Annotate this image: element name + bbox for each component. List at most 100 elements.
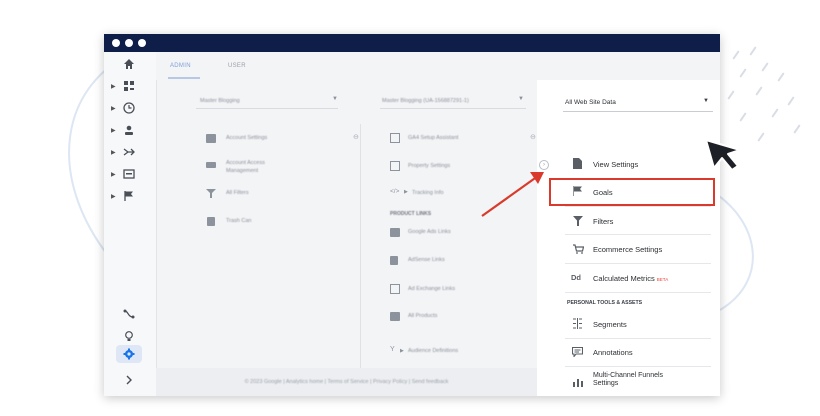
nav-expand[interactable] — [104, 370, 156, 390]
decorative-dash — [739, 68, 747, 78]
view-selector-underline — [563, 111, 713, 112]
segments-icon — [573, 318, 582, 329]
divider — [565, 263, 711, 264]
all-filters-link[interactable]: All Filters — [226, 190, 249, 196]
account-selector[interactable]: Master Blogging — [200, 98, 240, 104]
view-selector[interactable]: All Web Site Data — [565, 99, 616, 106]
window-control-dot[interactable] — [125, 39, 133, 47]
decorative-dash — [749, 46, 757, 56]
tracking-info-link[interactable]: Tracking Info — [412, 190, 444, 196]
decorative-dash — [793, 124, 801, 134]
decorative-dash — [755, 86, 763, 96]
nav-acquisition[interactable]: ▶ — [104, 142, 156, 162]
collapse-icon[interactable]: ⊖ — [353, 133, 359, 141]
nav-customization[interactable]: ▶ — [104, 76, 156, 96]
behavior-icon — [123, 169, 135, 179]
ad-exchange-icon — [390, 284, 400, 294]
nav-admin[interactable] — [104, 344, 156, 364]
filters-link[interactable]: Filters — [593, 217, 720, 226]
adsense-icon — [390, 256, 398, 265]
acquisition-icon — [123, 148, 135, 156]
building-icon — [206, 134, 216, 143]
goals-link[interactable]: Goals — [593, 188, 720, 197]
tab-admin-underline — [168, 77, 200, 79]
ga4-setup-link[interactable]: GA4 Setup Assistant — [408, 135, 458, 141]
bar-chart-icon — [573, 379, 583, 387]
clock-icon — [123, 102, 135, 114]
settings-box-icon — [390, 161, 400, 171]
column-divider — [360, 124, 361, 368]
calculated-metrics-icon: Dd — [571, 273, 581, 282]
annotations-link[interactable]: Annotations — [593, 348, 720, 357]
property-selector[interactable]: Master Blogging (UA-156887291-1) — [382, 98, 469, 104]
nav-behavior[interactable]: ▶ — [104, 164, 156, 184]
nav-attribution[interactable] — [104, 304, 156, 324]
ad-exchange-links-link[interactable]: Ad Exchange Links — [408, 286, 455, 292]
cart-icon — [573, 244, 584, 254]
mouse-cursor-icon — [705, 139, 741, 171]
tab-user[interactable]: USER — [228, 63, 246, 69]
calculated-metrics-label: Calculated Metrics — [593, 274, 655, 283]
decorative-dash — [777, 72, 785, 82]
account-column: Master Blogging ▼ Account Settings ⊖ Acc… — [156, 80, 360, 368]
nav-home[interactable] — [104, 54, 156, 74]
nav-discover[interactable] — [104, 326, 156, 346]
chevron-down-icon: ▼ — [332, 96, 338, 102]
decorative-dash — [739, 112, 747, 122]
checklist-icon — [390, 133, 400, 143]
google-ads-links-link[interactable]: Google Ads Links — [408, 229, 451, 235]
decorative-dash — [771, 108, 779, 118]
property-settings-link[interactable]: Property Settings — [408, 163, 450, 169]
caret-right-icon: ▶ — [111, 193, 116, 200]
caret-right-icon: ▶ — [111, 171, 116, 178]
account-settings-link[interactable]: Account Settings — [226, 135, 267, 141]
account-selector-underline — [196, 108, 338, 109]
gear-icon — [123, 348, 135, 360]
code-icon: </> — [390, 188, 400, 195]
divider — [565, 206, 711, 207]
footer-links[interactable]: © 2023 Google | Analytics home | Terms o… — [245, 379, 449, 385]
ecommerce-settings-link[interactable]: Ecommerce Settings — [593, 245, 720, 254]
window-control-dot[interactable] — [112, 39, 120, 47]
segments-link[interactable]: Segments — [593, 320, 720, 329]
beta-badge: BETA — [656, 277, 669, 282]
person-icon — [125, 125, 133, 135]
chevron-right-icon — [126, 375, 132, 385]
chevron-down-icon: ▼ — [703, 98, 709, 104]
decorative-dash — [732, 50, 740, 60]
adsense-links-link[interactable]: AdSense Links — [408, 257, 445, 263]
admin-tabbar: ADMIN USER — [156, 52, 720, 80]
nav-conversions[interactable]: ▶ — [104, 186, 156, 206]
red-arrow-annotation — [481, 172, 544, 217]
mcf-label-line2: Settings — [593, 380, 619, 387]
google-ads-icon — [390, 228, 400, 237]
decorative-dash — [761, 62, 769, 72]
flag-icon — [124, 191, 133, 201]
product-links-header: PRODUCT LINKS — [390, 211, 432, 217]
caret-right-icon: ▶ — [404, 189, 408, 195]
collapse-icon[interactable]: ⊖ — [530, 133, 536, 141]
multi-channel-funnels-link[interactable]: Multi-Channel Funnels Settings — [593, 372, 663, 388]
view-settings-link[interactable]: View Settings — [593, 160, 720, 169]
decorative-dash — [787, 96, 795, 106]
lightbulb-icon — [125, 331, 133, 341]
caret-right-icon: ▶ — [111, 149, 116, 156]
audience-definitions-link[interactable]: Audience Definitions — [408, 348, 458, 354]
window-control-dot[interactable] — [138, 39, 146, 47]
account-access-link[interactable]: Account Access Management — [226, 159, 286, 175]
all-products-link[interactable]: All Products — [408, 313, 437, 319]
caret-right-icon: ▶ — [111, 105, 116, 112]
all-products-icon — [390, 312, 400, 321]
tab-admin[interactable]: ADMIN — [170, 63, 191, 69]
property-column: Master Blogging (UA-156887291-1) ▼ GA4 S… — [360, 80, 536, 368]
calculated-metrics-link[interactable]: Calculated Metrics BETA — [593, 274, 720, 283]
caret-right-icon: ▶ — [111, 127, 116, 134]
divider — [565, 366, 711, 367]
trash-can-link[interactable]: Trash Can — [226, 218, 251, 224]
dashboard-icon — [124, 81, 134, 91]
nav-realtime[interactable]: ▶ — [104, 98, 156, 118]
nav-audience[interactable]: ▶ — [104, 120, 156, 140]
divider — [565, 292, 711, 293]
caret-right-icon: ▶ — [111, 83, 116, 90]
flag-icon — [573, 186, 582, 196]
